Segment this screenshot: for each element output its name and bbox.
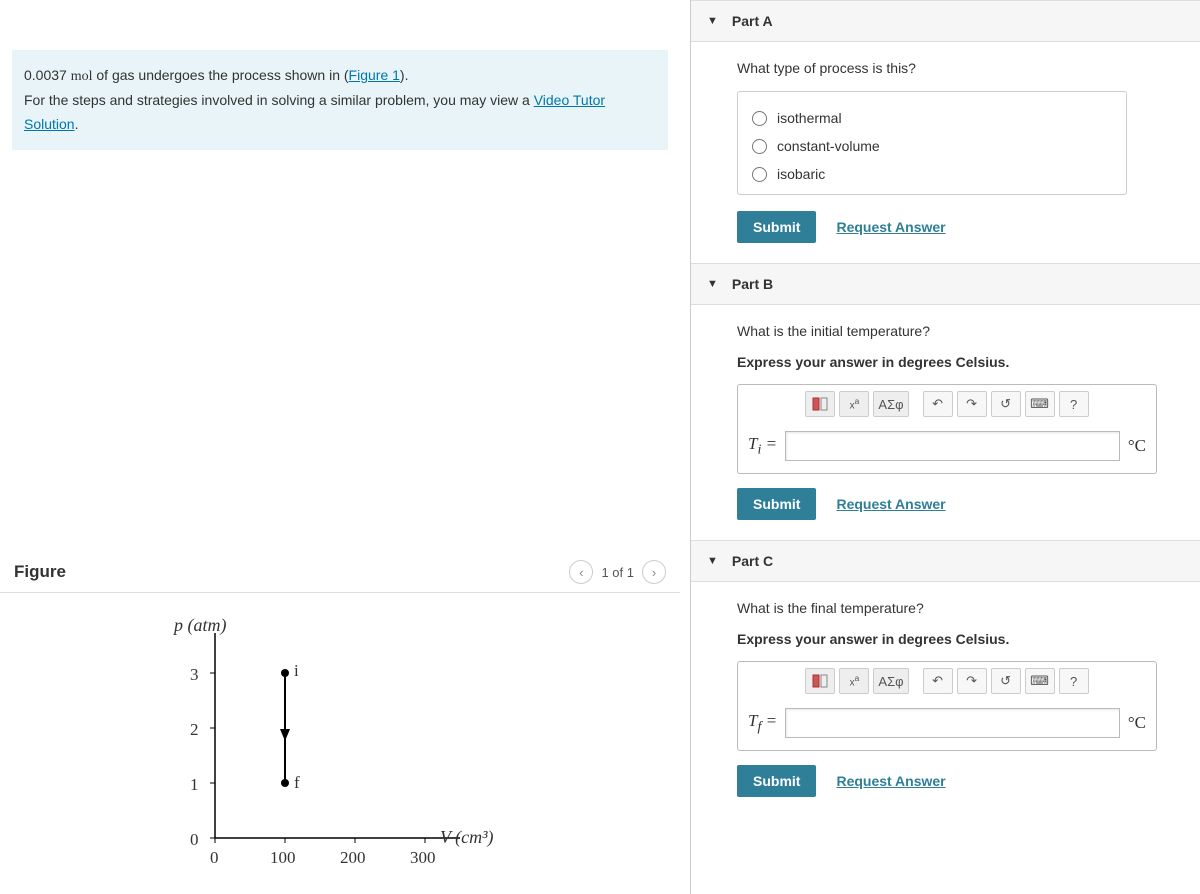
ytick-2: 2 — [190, 720, 199, 740]
radio-isobaric[interactable] — [752, 167, 767, 182]
part-c-header[interactable]: ▼ Part C — [691, 540, 1200, 582]
greek-letters-button[interactable]: ΑΣφ — [873, 391, 908, 417]
part-c-variable: Tf = — [748, 711, 777, 735]
option-isothermal[interactable]: isothermal — [752, 104, 1112, 132]
point-f-label: f — [294, 773, 300, 793]
help-icon[interactable]: ? — [1059, 391, 1089, 417]
chevron-down-icon: ▼ — [707, 278, 718, 290]
part-a-submit-button[interactable]: Submit — [737, 211, 816, 243]
figure-next-button[interactable]: › — [642, 560, 666, 584]
chevron-down-icon: ▼ — [707, 555, 718, 567]
undo-icon[interactable]: ↶ — [923, 668, 953, 694]
ytick-3: 3 — [190, 665, 199, 685]
figure-pager-text: 1 of 1 — [601, 565, 634, 580]
mol-unit: mol — [71, 69, 93, 84]
problem-text: ). — [400, 67, 409, 83]
part-a-title: Part A — [732, 13, 773, 29]
part-a-request-answer-link[interactable]: Request Answer — [836, 219, 945, 235]
pressure-volume-graph: p (atm) V (cm³) 3 2 1 0 0 100 200 300 i … — [160, 623, 500, 883]
part-b-question: What is the initial temperature? — [737, 321, 1170, 342]
y-axis-label: p (atm) — [174, 615, 227, 636]
part-a-header[interactable]: ▼ Part A — [691, 0, 1200, 42]
undo-icon[interactable]: ↶ — [923, 391, 953, 417]
redo-icon[interactable]: ↷ — [957, 391, 987, 417]
problem-text: For the steps and strategies involved in… — [24, 92, 534, 108]
xtick-300: 300 — [410, 848, 436, 868]
figure-section: Figure ‹ 1 of 1 › — [0, 560, 680, 883]
ytick-1: 1 — [190, 775, 199, 795]
part-b-submit-button[interactable]: Submit — [737, 488, 816, 520]
ytick-0: 0 — [190, 830, 199, 850]
problem-statement: 0.0037 mol of gas undergoes the process … — [12, 50, 668, 150]
problem-text: of gas undergoes the process shown in ( — [93, 67, 349, 83]
part-c-unit: °C — [1128, 713, 1146, 733]
part-b-unit: °C — [1128, 436, 1146, 456]
figure-prev-button[interactable]: ‹ — [569, 560, 593, 584]
figure-link[interactable]: Figure 1 — [349, 67, 400, 83]
radio-constant-volume[interactable] — [752, 139, 767, 154]
templates-icon[interactable] — [805, 391, 835, 417]
part-c-request-answer-link[interactable]: Request Answer — [836, 773, 945, 789]
part-c-answer-input[interactable] — [785, 708, 1120, 738]
keyboard-icon[interactable]: ⌨ — [1025, 668, 1055, 694]
part-b-answer-input[interactable] — [785, 431, 1120, 461]
part-a-question: What type of process is this? — [737, 58, 1170, 79]
part-c-question: What is the final temperature? — [737, 598, 1170, 619]
radio-isothermal[interactable] — [752, 111, 767, 126]
problem-text: 0.0037 — [24, 67, 71, 83]
part-b-input-panel: xa ΑΣφ ↶ ↷ ↺ ⌨ ? Ti = °C — [737, 384, 1157, 474]
option-label: isobaric — [777, 166, 825, 182]
part-b-header[interactable]: ▼ Part B — [691, 263, 1200, 305]
option-constant-volume[interactable]: constant-volume — [752, 132, 1112, 160]
option-label: constant-volume — [777, 138, 880, 154]
option-isobaric[interactable]: isobaric — [752, 160, 1112, 188]
chevron-down-icon: ▼ — [707, 15, 718, 27]
option-label: isothermal — [777, 110, 842, 126]
part-b-request-answer-link[interactable]: Request Answer — [836, 496, 945, 512]
help-icon[interactable]: ? — [1059, 668, 1089, 694]
keyboard-icon[interactable]: ⌨ — [1025, 391, 1055, 417]
xtick-100: 100 — [270, 848, 296, 868]
part-b-instruction: Express your answer in degrees Celsius. — [737, 354, 1170, 370]
part-c-submit-button[interactable]: Submit — [737, 765, 816, 797]
reset-icon[interactable]: ↺ — [991, 391, 1021, 417]
point-i-label: i — [294, 661, 299, 681]
part-c-instruction: Express your answer in degrees Celsius. — [737, 631, 1170, 647]
part-c-input-panel: xa ΑΣφ ↶ ↷ ↺ ⌨ ? Tf = °C — [737, 661, 1157, 751]
templates-icon[interactable] — [805, 668, 835, 694]
greek-letters-button[interactable]: ΑΣφ — [873, 668, 908, 694]
part-c-title: Part C — [732, 553, 773, 569]
reset-icon[interactable]: ↺ — [991, 668, 1021, 694]
problem-text: . — [75, 116, 79, 132]
xtick-200: 200 — [340, 848, 366, 868]
x-axis-label: V (cm³) — [440, 827, 494, 848]
part-b-variable: Ti = — [748, 434, 777, 458]
fraction-icon[interactable]: xa — [839, 668, 869, 694]
part-a-options: isothermal constant-volume isobaric — [737, 91, 1127, 195]
part-b-title: Part B — [732, 276, 773, 292]
figure-heading: Figure — [14, 562, 569, 582]
xtick-0: 0 — [210, 848, 219, 868]
fraction-icon[interactable]: xa — [839, 391, 869, 417]
redo-icon[interactable]: ↷ — [957, 668, 987, 694]
